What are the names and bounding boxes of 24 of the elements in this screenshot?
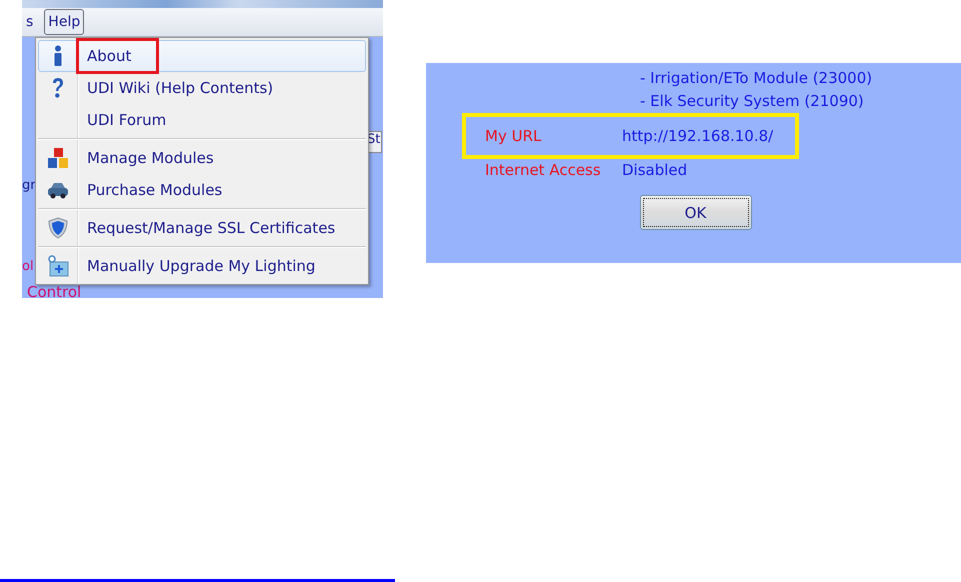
menu-item[interactable]: Manually Upgrade My Lighting — [38, 250, 366, 282]
module-text: - Irrigation/ETo Module (23000) — [640, 68, 874, 89]
label-text: ol — [22, 259, 34, 274]
field-value: Disabled — [622, 161, 688, 179]
menu-item[interactable]: UDI Forum — [38, 104, 366, 136]
picture-upload-icon — [47, 255, 69, 277]
label-text: gr — [22, 178, 36, 193]
field-value: http://192.168.10.8/ — [622, 127, 774, 145]
module-text: - Elk Security System (21090) — [640, 91, 865, 112]
menu-item[interactable]: Request/Manage SSL Certificates — [38, 212, 366, 244]
info-icon — [52, 45, 64, 67]
menu-item[interactable]: s — [22, 9, 38, 35]
menu-item[interactable]: About — [38, 40, 366, 72]
shield-icon — [48, 217, 68, 239]
field-label: Internet Access — [485, 161, 602, 179]
label-text: Control — [27, 283, 82, 298]
menu-item[interactable]: Manage Modules — [38, 142, 366, 174]
ok-button[interactable]: OK — [640, 195, 752, 230]
blocks-icon — [47, 147, 69, 169]
menu-item[interactable]: Purchase Modules — [38, 174, 366, 206]
menu-item[interactable]: Help — [44, 9, 84, 35]
question-mark-icon — [51, 77, 65, 99]
field-label: My URL — [485, 127, 542, 145]
menu-item[interactable]: UDI Wiki (Help Contents) — [38, 72, 366, 104]
